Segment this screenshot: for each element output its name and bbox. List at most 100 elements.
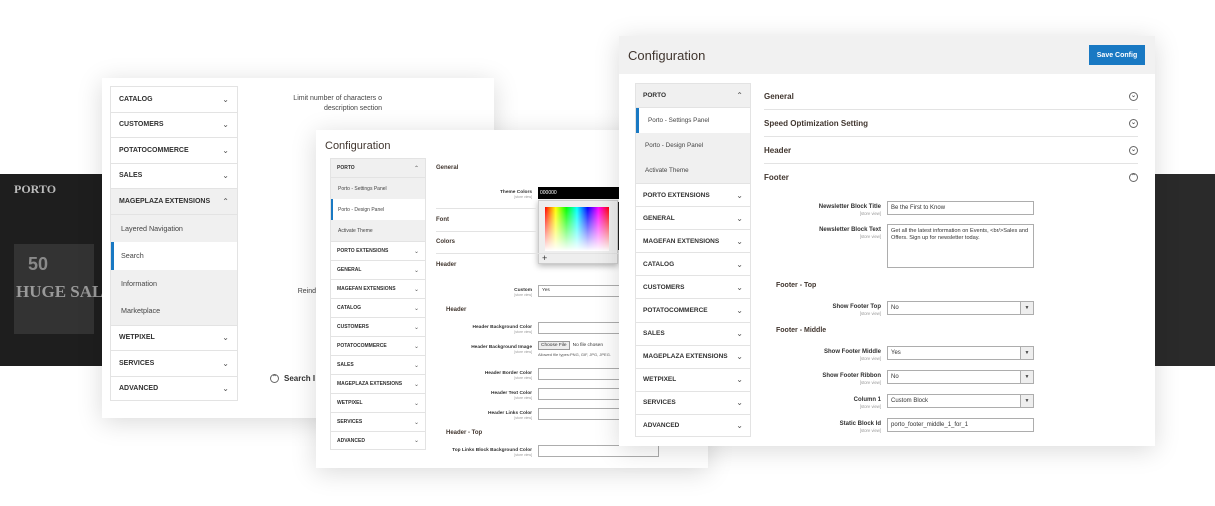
chevron-down-icon: ⌄ — [413, 381, 419, 388]
background-promo-number: 50 — [28, 254, 49, 274]
header-links-color-label: Header Links Color [store view] — [488, 411, 532, 420]
sidebar-item-advanced[interactable]: ADVANCED ⌄ — [330, 431, 426, 450]
chevron-down-icon: ⌄ — [736, 329, 743, 339]
sidebar-item-mageplaza-extensions[interactable]: MAGEPLAZA EXTENSIONS ⌄ — [330, 374, 426, 393]
sidebar-item-services[interactable]: SERVICES ⌄ — [635, 390, 751, 414]
sidebar-item-potatocommerce[interactable]: POTATOCOMMERCE ⌄ — [330, 336, 426, 355]
chevron-down-icon: ⌄ — [736, 398, 743, 408]
chevron-down-icon: ⌄ — [736, 259, 743, 269]
sidebar-item-general[interactable]: GENERAL ⌄ — [330, 260, 426, 279]
sidebar-item-label: SALES — [337, 362, 354, 368]
sidebar-item-label: MAGEPLAZA EXTENSIONS — [643, 353, 728, 361]
sidebar-subitem-layered-navigation[interactable]: Layered Navigation — [111, 215, 237, 243]
sidebar-item-mageplaza-extensions[interactable]: MAGEPLAZA EXTENSIONS ⌃ — [110, 188, 238, 214]
add-color-icon[interactable]: + — [542, 253, 547, 263]
sidebar-subitem-information[interactable]: Information — [111, 270, 237, 298]
sidebar-item-services[interactable]: SERVICES ⌄ — [110, 350, 238, 376]
sidebar-item-catalog[interactable]: CATALOG ⌄ — [635, 252, 751, 276]
sidebar-item-magefan-extensions[interactable]: MAGEFAN EXTENSIONS ⌄ — [330, 279, 426, 298]
sidebar-item-general[interactable]: GENERAL ⌄ — [635, 206, 751, 230]
sidebar-subitem-marketplace[interactable]: Marketplace — [111, 297, 237, 325]
show-footer-middle-label: Show Footer Middle [store view] — [824, 349, 881, 361]
static-block-label: Static Block Id [store view] — [839, 421, 881, 433]
sidebar-item-customers[interactable]: CUSTOMERS ⌄ — [330, 317, 426, 336]
sidebar-item-customers[interactable]: CUSTOMERS ⌄ — [110, 111, 238, 137]
choose-file-button[interactable]: Choose File — [538, 341, 570, 350]
sidebar-item-sales[interactable]: SALES ⌄ — [330, 355, 426, 374]
config-sidebar: PORTO ⌃ Porto - Settings Panel Porto - Desi… — [330, 158, 426, 450]
section-general[interactable]: General — [436, 165, 458, 171]
show-footer-top-select[interactable]: No ▼ — [887, 301, 1034, 315]
footer-middle-subsection: Footer - Middle — [776, 327, 827, 334]
column1-label: Column 1 [store view] — [853, 397, 881, 409]
newsletter-text-textarea[interactable]: Get all the latest information on Events… — [887, 224, 1034, 268]
sidebar-item-porto[interactable]: PORTO ⌃ — [330, 158, 426, 177]
sidebar-item-sales[interactable]: SALES ⌄ — [635, 321, 751, 345]
sidebar-subitem-search[interactable]: Search — [111, 242, 237, 270]
sidebar-subitem-porto-design-panel[interactable]: Porto - Design Panel — [636, 133, 750, 158]
sidebar-item-advanced[interactable]: ADVANCED ⌄ — [635, 413, 751, 438]
dropdown-arrow-icon: ▼ — [1020, 371, 1033, 383]
sidebar-item-magefan-extensions[interactable]: MAGEFAN EXTENSIONS ⌄ — [635, 229, 751, 253]
search-section-toggle[interactable]: ⌃ Search I — [270, 374, 315, 383]
color-spectrum[interactable] — [545, 207, 609, 251]
sidebar-subitem-activate-theme[interactable]: Activate Theme — [331, 220, 425, 241]
sidebar-item-wetpixel[interactable]: WETPIXEL ⌄ — [110, 324, 238, 350]
sidebar-submenu: Layered Navigation Search Information Marke… — [110, 213, 238, 325]
accordion-header[interactable]: Header ⌄ — [764, 137, 1138, 164]
sidebar-item-porto-extensions[interactable]: PORTO EXTENSIONS ⌄ — [330, 241, 426, 260]
static-block-input[interactable]: porto_footer_middle_1_for_1 — [887, 418, 1034, 432]
show-footer-middle-select[interactable]: Yes ▼ — [887, 346, 1034, 360]
sidebar-item-advanced[interactable]: ADVANCED ⌄ — [110, 375, 238, 401]
sidebar-item-potatocommerce[interactable]: POTATOCOMMERCE ⌄ — [110, 137, 238, 163]
sidebar-item-potatocommerce[interactable]: POTATOCOMMERCE ⌄ — [635, 298, 751, 322]
sidebar-item-porto-extensions[interactable]: PORTO EXTENSIONS ⌄ — [635, 183, 751, 207]
section-font[interactable]: Font — [436, 217, 449, 223]
sidebar-item-sales[interactable]: SALES ⌄ — [110, 162, 238, 188]
section-header[interactable]: Header — [436, 262, 456, 268]
chevron-down-icon: ⌄ — [413, 362, 419, 369]
sidebar-item-mageplaza-extensions[interactable]: MAGEPLAZA EXTENSIONS ⌄ — [635, 344, 751, 368]
sidebar-item-wetpixel[interactable]: WETPIXEL ⌄ — [330, 393, 426, 412]
accordion-footer[interactable]: Footer ⌃ — [764, 164, 1138, 191]
sidebar-subitem-porto-design-panel[interactable]: Porto - Design Panel — [331, 199, 425, 220]
chevron-down-icon: ⌄ — [1129, 91, 1138, 101]
newsletter-text-label: Newsletter Block Text [store view] — [819, 227, 881, 239]
top-links-bg-input[interactable] — [538, 445, 659, 457]
sidebar-item-catalog[interactable]: CATALOG ⌄ — [330, 298, 426, 317]
sidebar-item-catalog[interactable]: CATALOG ⌄ — [110, 86, 238, 112]
sidebar-item-label: CATALOG — [119, 95, 153, 103]
sidebar-subitem-porto-settings-panel[interactable]: Porto - Settings Panel — [331, 178, 425, 199]
no-file-text: No file chosen — [572, 343, 604, 348]
chevron-up-icon: ⌃ — [1129, 173, 1138, 182]
sidebar-item-label: MAGEPLAZA EXTENSIONS — [119, 197, 211, 205]
header-bg-image-file[interactable]: Choose File No file chosen — [538, 341, 604, 350]
sidebar-item-services[interactable]: SERVICES ⌄ — [330, 412, 426, 431]
chevron-down-icon: ⌄ — [736, 236, 743, 246]
sidebar-item-porto[interactable]: PORTO ⌃ — [635, 83, 751, 107]
sidebar-item-label: ADVANCED — [337, 437, 365, 444]
column1-select[interactable]: Custom Block ▼ — [887, 394, 1034, 408]
sidebar-subitem-porto-settings-panel[interactable]: Porto - Settings Panel — [636, 108, 750, 133]
accordion-label: Speed Optimization Setting — [764, 118, 869, 128]
dropdown-arrow-icon: ▼ — [1020, 347, 1033, 359]
newsletter-title-input[interactable]: Be the First to Know — [887, 201, 1034, 215]
chevron-up-icon: ⌃ — [413, 165, 419, 172]
accordion-speed-optimization[interactable]: Speed Optimization Setting ⌄ — [764, 110, 1138, 137]
sidebar-item-label: PORTO — [643, 92, 666, 99]
accordion-general[interactable]: General ⌄ — [764, 83, 1138, 110]
show-footer-ribbon-select[interactable]: No ▼ — [887, 370, 1034, 384]
theme-colors-input[interactable]: 000000 — [538, 187, 628, 199]
custom-label: Custom [store view] — [514, 288, 532, 297]
chevron-up-icon: ⌃ — [736, 91, 743, 100]
sidebar-item-customers[interactable]: CUSTOMERS ⌄ — [635, 275, 751, 299]
save-config-button[interactable]: Save Config — [1089, 45, 1145, 65]
section-colors[interactable]: Colors — [436, 239, 455, 245]
sidebar-item-label: SERVICES — [643, 399, 676, 407]
sidebar-subitem-activate-theme[interactable]: Activate Theme — [636, 158, 750, 183]
sidebar-item-label: ADVANCED — [643, 421, 680, 429]
color-picker-popup[interactable]: + — [538, 200, 618, 264]
sidebar-item-label: GENERAL — [643, 214, 675, 222]
sidebar-item-wetpixel[interactable]: WETPIXEL ⌄ — [635, 367, 751, 391]
chevron-down-icon: ⌄ — [736, 375, 743, 385]
